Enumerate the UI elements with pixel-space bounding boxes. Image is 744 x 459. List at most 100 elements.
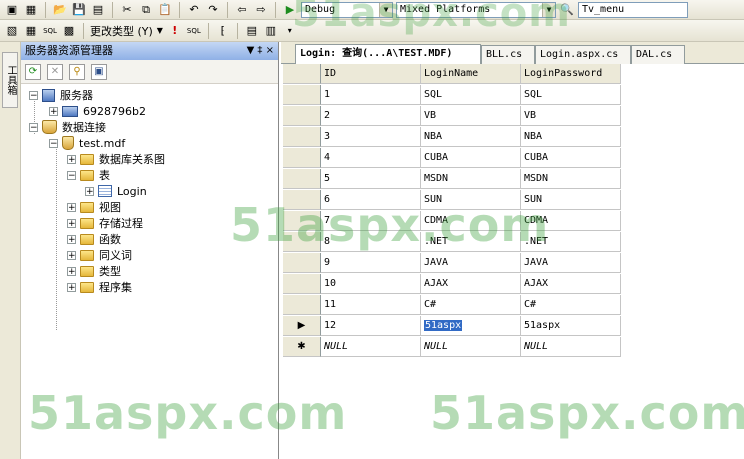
save-all-icon[interactable]: ▤ bbox=[90, 2, 106, 18]
grid-cell[interactable]: AJAX bbox=[521, 274, 621, 294]
expand-icon[interactable]: + bbox=[49, 106, 58, 116]
grid-cell[interactable]: 5 bbox=[321, 169, 421, 189]
expand-icon[interactable]: + bbox=[67, 154, 76, 164]
tab-dal-cs[interactable]: DAL.cs bbox=[631, 45, 685, 64]
grid-cell[interactable]: CDMA bbox=[521, 211, 621, 231]
chevron-down-icon[interactable]: ▼ bbox=[156, 23, 164, 39]
expand-icon[interactable]: + bbox=[67, 234, 76, 244]
group-by-icon[interactable]: ⁅ bbox=[215, 23, 231, 39]
grid-cell[interactable]: 10 bbox=[321, 274, 421, 294]
tab-login-aspx-cs[interactable]: Login.aspx.cs bbox=[535, 45, 631, 64]
grid-cell[interactable]: VB bbox=[421, 106, 521, 126]
grid-cell[interactable]: .NET bbox=[521, 232, 621, 252]
connect-to-database-icon[interactable]: ⚲ bbox=[69, 63, 85, 80]
expand-icon[interactable]: + bbox=[67, 250, 76, 260]
row-selector[interactable] bbox=[283, 253, 321, 273]
chevron-down-icon[interactable]: ▼ bbox=[379, 2, 392, 17]
navigate-forward-icon[interactable]: ⇨ bbox=[253, 2, 269, 18]
execute-sql-icon[interactable]: ! bbox=[167, 23, 183, 39]
grid-corner[interactable] bbox=[283, 64, 321, 84]
tab-login-query[interactable]: Login: 查询(...A\TEST.MDF) bbox=[295, 44, 481, 65]
tree-node-diagrams[interactable]: + 数据库关系图 bbox=[67, 151, 165, 167]
grid-cell[interactable]: AJAX bbox=[421, 274, 521, 294]
grid-cell[interactable]: JAVA bbox=[421, 253, 521, 273]
grid-cell[interactable]: VB bbox=[521, 106, 621, 126]
collapse-icon[interactable]: − bbox=[29, 122, 38, 132]
row-selector[interactable] bbox=[283, 169, 321, 189]
change-type-button[interactable]: 更改类型 (Y) bbox=[90, 23, 153, 39]
grid-cell[interactable]: CUBA bbox=[521, 148, 621, 168]
expand-icon[interactable]: + bbox=[67, 282, 76, 292]
grid-cell[interactable]: 2 bbox=[321, 106, 421, 126]
grid-cell[interactable]: SUN bbox=[521, 190, 621, 210]
show-diagram-pane-icon[interactable]: ▧ bbox=[4, 23, 20, 39]
expand-icon[interactable]: + bbox=[67, 202, 76, 212]
expand-icon[interactable]: + bbox=[67, 266, 76, 276]
find-in-files-icon[interactable]: 🔍 bbox=[559, 2, 575, 18]
grid-cell[interactable]: .NET bbox=[421, 232, 521, 252]
tree-node-functions[interactable]: + 函数 bbox=[67, 231, 121, 247]
copy-icon[interactable]: ⧉ bbox=[138, 2, 154, 18]
grid-cell[interactable]: CUBA bbox=[421, 148, 521, 168]
grid-cell[interactable]: JAVA bbox=[521, 253, 621, 273]
start-debug-icon[interactable]: ▶ bbox=[282, 2, 298, 18]
grid-cell[interactable]: SQL bbox=[521, 85, 621, 105]
tree-node-servers[interactable]: − 服务器 bbox=[29, 87, 93, 103]
grid-cell[interactable]: 8 bbox=[321, 232, 421, 252]
show-sql-pane-icon[interactable]: SQL bbox=[42, 23, 58, 39]
tree-node-data-connections[interactable]: − 数据连接 bbox=[29, 119, 106, 135]
row-selector[interactable] bbox=[283, 148, 321, 168]
tree-node-tables[interactable]: − 表 bbox=[67, 167, 110, 183]
navigate-icon[interactable]: ⇦ bbox=[234, 2, 250, 18]
column-header[interactable]: ID bbox=[321, 64, 421, 84]
grid-cell[interactable]: SQL bbox=[421, 85, 521, 105]
collapse-icon[interactable]: − bbox=[29, 90, 38, 100]
grid-cell[interactable]: SUN bbox=[421, 190, 521, 210]
redo-icon[interactable]: ↷ bbox=[205, 2, 221, 18]
grid-cell[interactable]: 6 bbox=[321, 190, 421, 210]
stop-icon[interactable]: ✕ bbox=[47, 63, 63, 80]
row-selector[interactable] bbox=[283, 190, 321, 210]
grid-cell[interactable]: 12 bbox=[321, 316, 421, 336]
grid-cell[interactable]: 9 bbox=[321, 253, 421, 273]
grid-cell[interactable]: NULL bbox=[521, 337, 621, 357]
open-folder-icon[interactable]: 📂 bbox=[52, 2, 68, 18]
current-row-icon[interactable]: ▶ bbox=[283, 316, 321, 336]
collapse-icon[interactable]: − bbox=[67, 170, 76, 180]
row-selector[interactable] bbox=[283, 232, 321, 252]
grid-cell[interactable]: NBA bbox=[521, 127, 621, 147]
grid-cell[interactable]: NULL bbox=[321, 337, 421, 357]
grid-cell[interactable]: MSDN bbox=[521, 169, 621, 189]
undo-icon[interactable]: ↶ bbox=[186, 2, 202, 18]
collapse-icon[interactable]: − bbox=[49, 138, 58, 148]
tree-node-test-mdf[interactable]: − test.mdf bbox=[49, 135, 125, 151]
row-selector[interactable] bbox=[283, 211, 321, 231]
save-icon[interactable]: 💾 bbox=[71, 2, 87, 18]
add-item-icon[interactable]: ▦ bbox=[23, 2, 39, 18]
chevron-down-icon[interactable]: ▼ bbox=[542, 2, 555, 17]
grid-cell[interactable]: NBA bbox=[421, 127, 521, 147]
new-project-icon[interactable]: ▣ bbox=[4, 2, 20, 18]
selected-cell-text[interactable]: 51aspx bbox=[424, 320, 463, 331]
panel-controls[interactable]: ▼ ‡ × bbox=[247, 42, 274, 60]
tree-node-assemblies[interactable]: + 程序集 bbox=[67, 279, 132, 295]
expand-icon[interactable]: + bbox=[67, 218, 76, 228]
grid-cell[interactable]: 1 bbox=[321, 85, 421, 105]
find-combo[interactable]: Tv_menu bbox=[578, 1, 688, 18]
tree-node-views[interactable]: + 视图 bbox=[67, 199, 121, 215]
tab-bll-cs[interactable]: BLL.cs bbox=[481, 45, 535, 64]
column-header[interactable]: LoginName bbox=[421, 64, 521, 84]
grid-cell[interactable]: 51aspx bbox=[521, 316, 621, 336]
row-selector[interactable] bbox=[283, 85, 321, 105]
tree-node-stored-procedures[interactable]: + 存储过程 bbox=[67, 215, 143, 231]
column-header[interactable]: LoginPassword bbox=[521, 64, 621, 84]
grid-cell[interactable]: MSDN bbox=[421, 169, 521, 189]
grid-cell[interactable]: 51aspx bbox=[421, 316, 521, 336]
tree-node-server-machine[interactable]: + 6928796b2 bbox=[49, 103, 146, 119]
paste-icon[interactable]: 📋 bbox=[157, 2, 173, 18]
connect-to-server-icon[interactable]: ▣ bbox=[91, 63, 107, 80]
toolbar-options-icon[interactable]: ▾ bbox=[282, 23, 298, 39]
solution-configuration-combo[interactable]: Debug ▼ bbox=[301, 1, 393, 18]
grid-cell[interactable]: CDMA bbox=[421, 211, 521, 231]
solution-platform-combo[interactable]: Mixed Platforms ▼ bbox=[396, 1, 556, 18]
